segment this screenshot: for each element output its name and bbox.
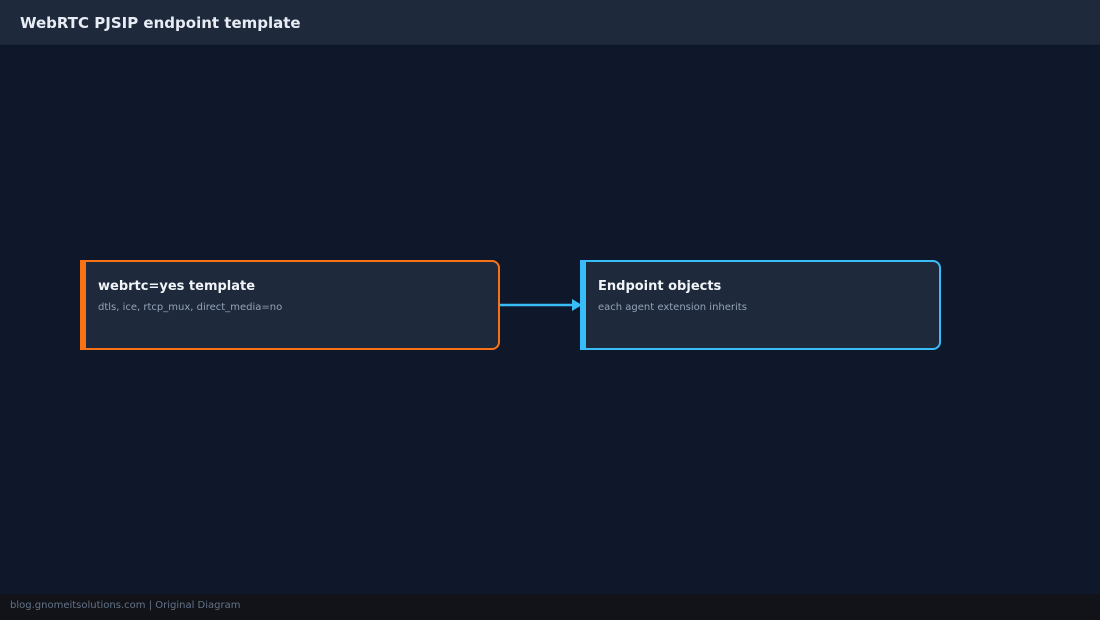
page: WebRTC PJSIP endpoint template webrtc=ye… bbox=[0, 0, 1100, 620]
node-title: webrtc=yes template bbox=[98, 279, 256, 294]
diagram-canvas: webrtc=yes template dtls, ice, rtcp_mux,… bbox=[0, 0, 1100, 620]
footer-credit: blog.gnomeitsolutions.com | Original Dia… bbox=[10, 600, 241, 611]
node-webrtc-template[interactable]: webrtc=yes template dtls, ice, rtcp_mux,… bbox=[80, 260, 500, 350]
node-subtitle: each agent extension inherits bbox=[598, 302, 747, 313]
node-subtitle: dtls, ice, rtcp_mux, direct_media=no bbox=[98, 302, 283, 313]
node-title: Endpoint objects bbox=[598, 279, 722, 294]
node-endpoint-objects[interactable]: Endpoint objects each agent extension in… bbox=[580, 260, 941, 350]
footer-bar: blog.gnomeitsolutions.com | Original Dia… bbox=[0, 594, 1100, 620]
